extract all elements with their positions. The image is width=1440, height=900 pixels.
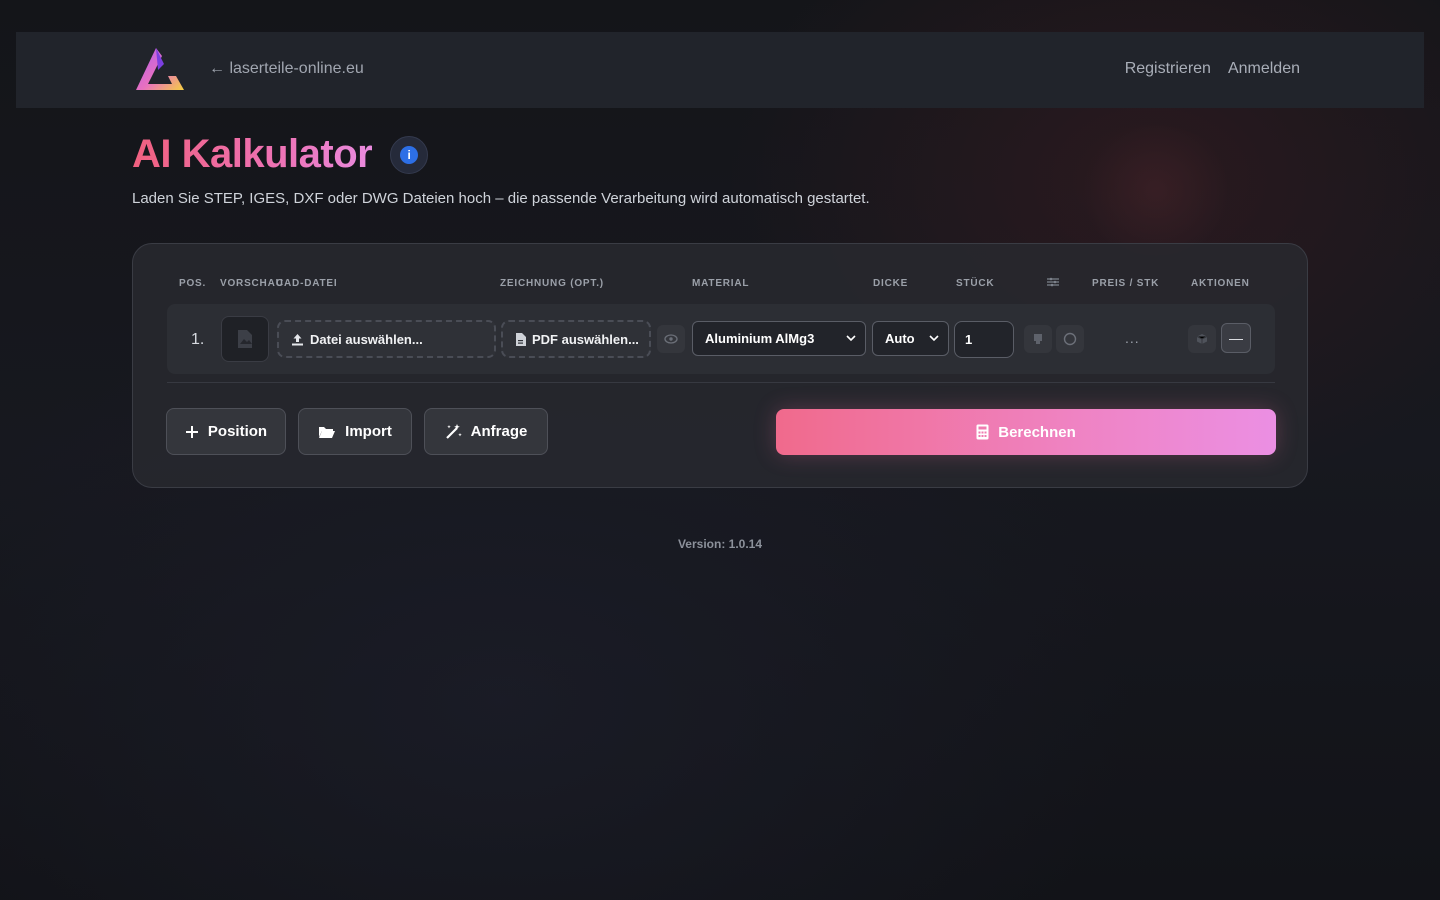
col-header-thickness: DICKE — [873, 278, 909, 289]
magic-wand-icon — [445, 424, 462, 439]
thickness-value: Auto — [885, 331, 915, 346]
plus-icon — [185, 425, 198, 438]
logo[interactable] — [134, 46, 186, 94]
thickness-select[interactable]: Auto — [872, 321, 949, 356]
col-header-cad: CAD-DATEI — [276, 278, 338, 289]
background-glow — [1076, 126, 1236, 256]
material-value: Aluminium AlMg3 — [705, 331, 815, 346]
request-button[interactable]: Anfrage — [424, 408, 548, 455]
sliders-icon — [1047, 277, 1059, 290]
options-button[interactable] — [1024, 325, 1052, 353]
add-position-label: Position — [207, 423, 268, 440]
page-subtitle: Laden Sie STEP, IGES, DXF oder DWG Datei… — [132, 190, 870, 207]
cad-file-button[interactable]: Datei auswählen... — [277, 320, 496, 358]
upload-icon — [292, 333, 303, 345]
title-row: AI Kalkulator i — [132, 132, 429, 177]
3d-view-button[interactable] — [1188, 325, 1216, 353]
request-label: Anfrage — [470, 423, 528, 440]
quantity-input[interactable]: 1 — [954, 321, 1014, 358]
clipboard-icon — [1034, 334, 1042, 344]
image-placeholder-icon — [238, 330, 252, 348]
auth-nav: Registrieren Anmelden — [1125, 60, 1300, 78]
quantity-value: 1 — [965, 332, 973, 347]
col-header-drawing: ZEICHNUNG (OPT.) — [500, 278, 604, 289]
cube-icon — [1196, 334, 1208, 344]
version-label: Version: 1.0.14 — [677, 537, 763, 551]
preview-thumbnail — [221, 316, 269, 362]
col-header-price: PREIS / STK — [1092, 278, 1160, 289]
remove-row-button[interactable]: — — [1221, 323, 1251, 353]
pdf-file-icon — [516, 332, 526, 346]
cad-file-label: Datei auswählen... — [310, 331, 423, 347]
page-title: AI Kalkulator — [132, 132, 373, 176]
back-link[interactable]: ← laserteile-online.eu — [209, 60, 364, 78]
spinner-icon — [1063, 332, 1077, 346]
calculate-label: Berechnen — [998, 423, 1076, 441]
import-button[interactable]: Import — [298, 408, 412, 455]
col-header-qty: STÜCK — [956, 278, 995, 289]
calculator-card: POS. VORSCHAU CAD-DATEI ZEICHNUNG (OPT.)… — [132, 243, 1308, 488]
info-icon: i — [400, 145, 419, 164]
pdf-file-label: PDF auswählen... — [532, 331, 639, 347]
col-header-material: MATERIAL — [692, 278, 750, 289]
unit-price: ... — [1125, 330, 1140, 346]
chevron-down-icon — [846, 335, 856, 342]
row-divider — [167, 382, 1275, 383]
calculator-icon — [976, 424, 989, 440]
register-link[interactable]: Registrieren — [1125, 60, 1211, 78]
reload-button[interactable] — [1056, 325, 1084, 353]
col-header-actions: AKTIONEN — [1191, 278, 1250, 289]
top-bar: ← laserteile-online.eu Registrieren Anme… — [16, 32, 1424, 108]
row-position: 1. — [191, 331, 205, 348]
folder-open-icon — [319, 426, 336, 438]
preview-drawing-button[interactable] — [657, 325, 685, 353]
add-position-button[interactable]: Position — [166, 408, 286, 455]
login-link[interactable]: Anmelden — [1228, 60, 1300, 78]
chevron-down-icon — [929, 335, 939, 342]
table-row: 1. Datei auswählen... PDF auswählen... A… — [167, 304, 1275, 374]
material-select[interactable]: Aluminium AlMg3 — [692, 321, 866, 356]
col-header-preview: VORSCHAU — [220, 278, 284, 289]
info-button[interactable]: i — [390, 135, 429, 174]
import-label: Import — [345, 423, 392, 440]
eye-icon — [664, 334, 678, 344]
calculate-button[interactable]: Berechnen — [776, 409, 1276, 455]
pdf-file-button[interactable]: PDF auswählen... — [501, 320, 651, 358]
col-header-pos: POS. — [179, 278, 207, 289]
